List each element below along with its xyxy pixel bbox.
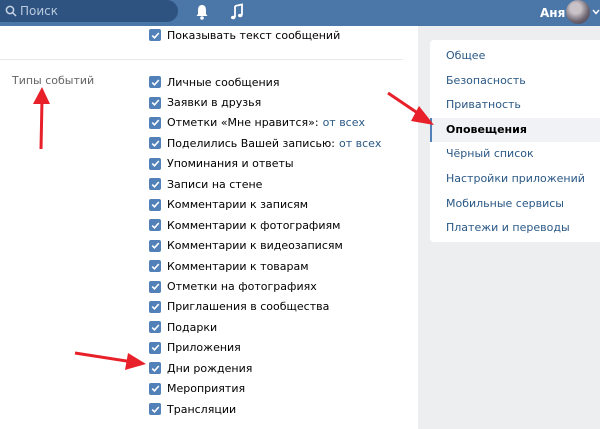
music-icon[interactable] [229, 3, 245, 21]
checkbox-label: Приглашения в сообщества [167, 300, 330, 314]
menu-item[interactable]: Мобильные сервисы [430, 192, 600, 216]
menu-item-label: Общее [446, 49, 486, 62]
event-type-checkbox[interactable]: Подарки [149, 319, 217, 335]
avatar[interactable] [566, 0, 590, 24]
menu-item[interactable]: Общее [430, 44, 600, 68]
event-type-checkbox[interactable]: Заявки в друзья [149, 95, 261, 111]
checkbox-checked-icon [149, 280, 161, 293]
menu-item-label: Приватность [446, 98, 521, 112]
checkbox-checked-icon [149, 239, 161, 252]
event-type-checkbox[interactable]: Комментарии к товарам [149, 258, 309, 274]
menu-item-label: Настройки приложений [446, 172, 585, 185]
menu-item[interactable]: Чёрный список [430, 142, 600, 166]
checkbox-label: Показывать текст сообщений [167, 28, 341, 42]
checkbox-checked-icon [149, 198, 161, 211]
checkbox-label: Мероприятия [167, 382, 246, 396]
event-type-checkbox[interactable]: Дни рождения [149, 360, 252, 376]
section-label: Типы событий [12, 74, 95, 87]
event-type-checkbox[interactable]: Поделились Вашей записью: от всех [149, 135, 381, 151]
audience-link[interactable]: от всех [339, 137, 381, 150]
checkbox-checked-icon [149, 157, 161, 170]
chevron-down-icon[interactable] [592, 9, 600, 15]
event-type-checkbox[interactable]: Комментарии к фотографиям [149, 217, 340, 233]
menu-item[interactable]: Безопасность [430, 69, 600, 93]
checkbox-checked-icon [149, 178, 161, 191]
checkbox-label: Поделились Вашей записью: [167, 136, 335, 150]
event-type-checkbox[interactable]: Приложения [149, 340, 241, 356]
show-message-text-checkbox[interactable]: Показывать текст сообщений [149, 27, 340, 43]
checkbox-label: Комментарии к записям [167, 198, 309, 212]
event-type-checkbox[interactable]: Комментарии к записям [149, 197, 308, 213]
checkbox-checked-icon [149, 137, 161, 150]
checkbox-label: Дни рождения [167, 361, 253, 375]
checkbox-checked-icon [149, 219, 161, 232]
checkbox-checked-icon [149, 116, 161, 129]
checkbox-checked-icon [149, 96, 161, 109]
audience-link[interactable]: от всех [323, 116, 365, 129]
event-type-checkbox[interactable]: Упоминания и ответы [149, 156, 294, 172]
checkbox-label: Подарки [167, 320, 218, 334]
checkbox-checked-icon [149, 321, 161, 334]
event-type-checkbox[interactable]: Отметки «Мне нравится»: от всех [149, 115, 365, 131]
search-input[interactable]: Поиск [0, 0, 178, 22]
checkbox-label: Комментарии к видеозаписям [167, 239, 343, 253]
checkbox-label: Комментарии к товарам [167, 259, 309, 273]
menu-item[interactable]: Настройки приложений [430, 167, 600, 191]
bell-icon[interactable] [194, 3, 210, 21]
search-icon [5, 5, 17, 17]
menu-item[interactable]: Оповещения [430, 117, 600, 142]
checkbox-checked-icon [149, 362, 161, 375]
checkbox-checked-icon [149, 76, 161, 88]
top-bar: Поиск Аня [0, 0, 600, 26]
menu-item-label: Чёрный список [446, 147, 534, 161]
event-type-checkbox[interactable]: Записи на стене [149, 176, 262, 192]
menu-item-label: Платежи и переводы [446, 221, 570, 235]
event-type-checkbox[interactable]: Комментарии к видеозаписям [149, 238, 343, 254]
checkbox-label: Комментарии к фотографиям [167, 218, 341, 232]
menu-item[interactable]: Платежи и переводы [430, 216, 600, 240]
checkbox-checked-icon [149, 300, 161, 313]
checkbox-label: Трансляции [167, 402, 237, 416]
divider [0, 59, 403, 60]
settings-panel: Показывать текст сообщений Типы событий … [0, 26, 418, 429]
checkbox-checked-icon [149, 29, 161, 41]
settings-menu: Общее Безопасность Приватность Оповещения Чё… [430, 40, 600, 242]
checkbox-checked-icon [149, 382, 161, 395]
checkbox-label: Записи на стене [167, 177, 263, 191]
event-type-checkbox[interactable]: Личные сообщения [149, 74, 279, 90]
menu-item-label: Оповещения [446, 122, 527, 136]
checkbox-label: Отметки на фотографиях [167, 280, 317, 293]
event-type-checkbox[interactable]: Приглашения в сообщества [149, 299, 329, 315]
search-placeholder: Поиск [20, 4, 59, 18]
event-type-checkbox[interactable]: Трансляции [149, 401, 236, 417]
user-name[interactable]: Аня [540, 6, 565, 20]
checkbox-label: Отметки «Мне нравится»: [167, 116, 319, 130]
checkbox-label: Личные сообщения [167, 75, 280, 89]
checkbox-checked-icon [149, 403, 161, 416]
checkbox-checked-icon [149, 260, 161, 272]
checkbox-label: Приложения [167, 341, 241, 355]
menu-item-label: Безопасность [446, 73, 526, 87]
menu-item-label: Мобильные сервисы [446, 196, 564, 210]
checkbox-label: Заявки в друзья [167, 96, 262, 109]
event-type-checkbox[interactable]: Отметки на фотографиях [149, 279, 317, 295]
checkbox-label: Упоминания и ответы [167, 157, 294, 171]
menu-item[interactable]: Приватность [430, 93, 600, 117]
checkbox-checked-icon [149, 341, 161, 354]
event-type-checkbox[interactable]: Мероприятия [149, 381, 245, 397]
